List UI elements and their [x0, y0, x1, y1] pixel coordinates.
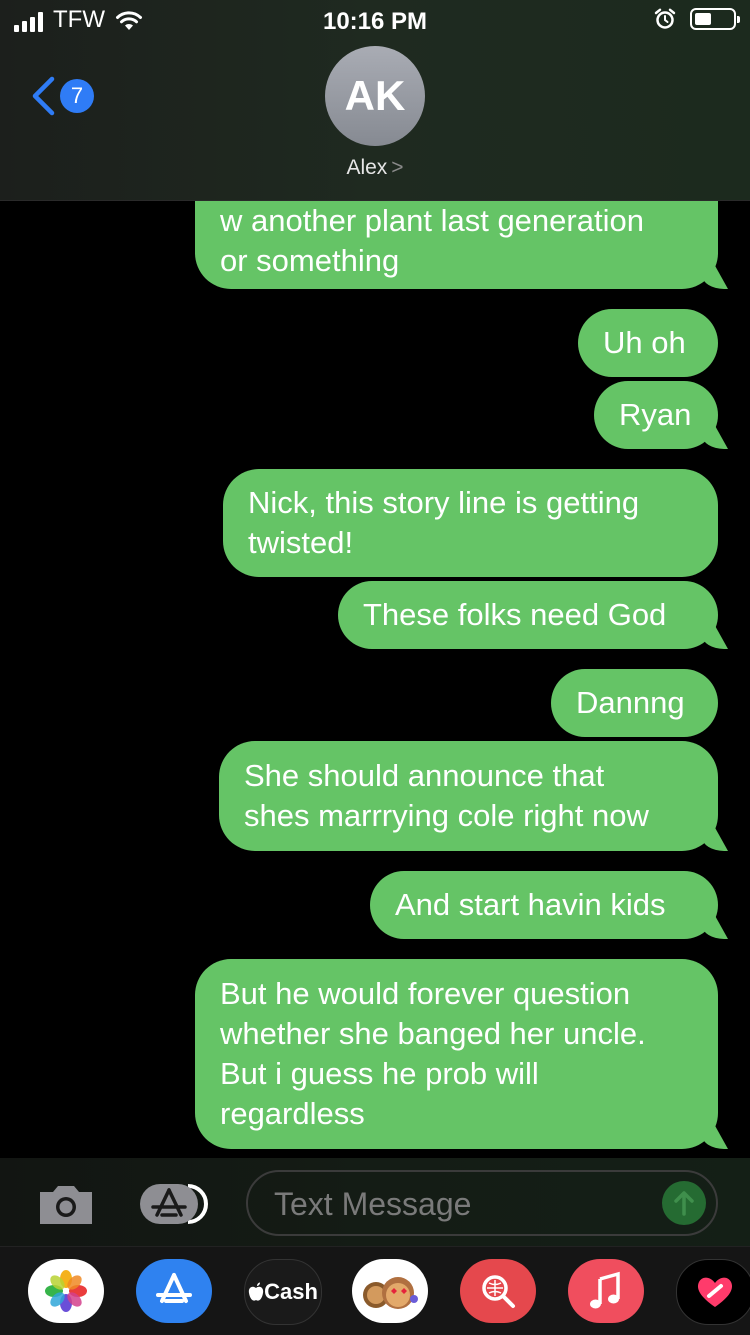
music-app-button[interactable]	[568, 1259, 644, 1323]
alarm-icon	[654, 8, 676, 29]
message-line: or something	[220, 242, 400, 278]
contact-avatar[interactable]: AK	[325, 46, 425, 146]
memoji-icon	[363, 1277, 418, 1309]
app-store-icon	[156, 1273, 192, 1303]
chevron-left-icon	[32, 76, 55, 116]
message-line: twisted!	[248, 525, 354, 560]
web-search-app-button[interactable]	[460, 1259, 536, 1323]
heart-app-button[interactable]	[676, 1259, 750, 1325]
search-icon	[482, 1275, 515, 1308]
message-bubble[interactable]: Dannng	[551, 669, 718, 737]
status-right	[654, 8, 740, 30]
message-line: Ryan	[619, 397, 692, 432]
message-line: These folks need God	[363, 597, 667, 632]
message-line: Uh oh	[603, 325, 686, 360]
message-bubble[interactable]: But he would forever question whether sh…	[195, 959, 718, 1149]
message-bubble[interactable]: These folks need God	[338, 581, 718, 649]
message-line: regardless	[220, 1096, 365, 1131]
message-bubble[interactable]: And start havin kids	[370, 871, 718, 939]
message-line: And start havin kids	[395, 887, 666, 922]
contact-name: Alex	[346, 156, 388, 179]
message-bubble[interactable]: She should announce that shes marrrying …	[219, 741, 718, 851]
message-bubble[interactable]: Uh oh	[578, 309, 718, 377]
message-line: shes marrrying cole right now	[244, 798, 649, 833]
message-bubble[interactable]: Nick, this story line is getting twisted…	[223, 469, 718, 577]
message-line: She should announce that	[244, 758, 605, 793]
message-line: But he would forever question	[220, 976, 631, 1011]
message-line: w another plant last generation	[220, 202, 644, 238]
app-store-icon[interactable]	[138, 1182, 214, 1226]
arrow-up-icon	[674, 1191, 694, 1216]
message-line: But i guess he prob will	[220, 1056, 539, 1091]
message-line: Nick, this story line is getting	[248, 485, 640, 520]
photos-icon	[45, 1270, 87, 1312]
contact-name-button[interactable]: Alex >	[0, 156, 750, 180]
message-line: Dannng	[576, 685, 685, 720]
message-bubble[interactable]: Ryan	[594, 381, 718, 449]
status-bar: TFW 10:16 PM	[0, 0, 750, 40]
message-line: whether she banged her uncle.	[220, 1016, 646, 1051]
chevron-right-icon: >	[391, 156, 404, 179]
message-input[interactable]: Text Message	[246, 1170, 718, 1236]
heart-icon	[697, 1277, 733, 1307]
apple-cash-label: Cash	[264, 1279, 318, 1304]
unread-count-badge: 7	[60, 79, 94, 113]
app-store-app-button[interactable]	[136, 1259, 212, 1323]
message-input-placeholder: Text Message	[274, 1186, 472, 1222]
compose-bar: Text Message	[0, 1158, 750, 1246]
back-button[interactable]: 7	[30, 76, 94, 116]
memoji-app-button[interactable]	[352, 1259, 428, 1323]
photos-app-button[interactable]	[28, 1259, 104, 1323]
battery-level-fill	[695, 13, 711, 25]
status-time: 10:16 PM	[322, 8, 428, 35]
apple-cash-app-button[interactable]: Cash	[244, 1259, 322, 1325]
send-button[interactable]	[662, 1181, 706, 1225]
battery-icon	[690, 8, 740, 30]
app-drawer: Cash	[0, 1246, 750, 1335]
music-note-icon	[590, 1271, 620, 1309]
camera-icon[interactable]	[36, 1182, 96, 1226]
apple-icon	[248, 1282, 264, 1301]
